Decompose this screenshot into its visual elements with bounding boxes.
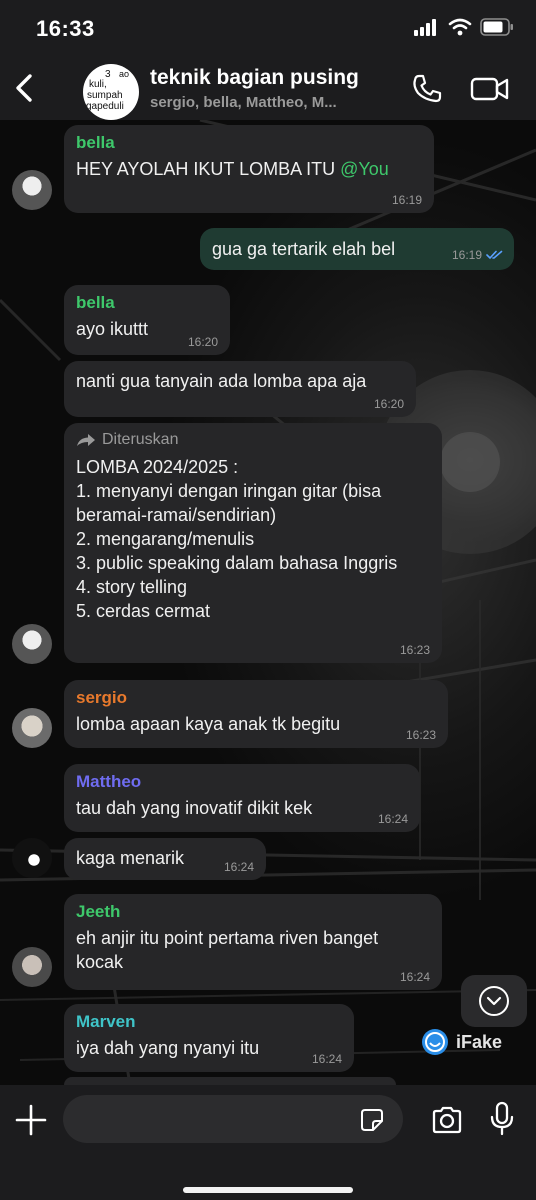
message-bubble-forwarded[interactable]: Diteruskan LOMBA 2024/2025 : 1. menyanyi…	[64, 423, 442, 663]
message-bubble-outgoing[interactable]: gua ga tertarik elah bel 16:19	[200, 228, 514, 270]
message-bubble[interactable]: bella ayo ikuttt 16:20	[64, 285, 230, 355]
message-bubble[interactable]: Marven iya dah yang nyanyi itu 16:24	[64, 1004, 354, 1072]
group-avatar[interactable]: 3 ao kuli, sumpah gapeduli	[83, 64, 139, 120]
message-time: 16:24	[311, 1052, 342, 1066]
sender-name: bella	[76, 293, 115, 312]
sender-name: Marven	[76, 1012, 136, 1031]
read-receipt-icon	[486, 250, 503, 260]
scroll-to-bottom-button[interactable]	[461, 975, 527, 1027]
avatar-bella[interactable]	[12, 170, 52, 210]
message-time: 16:19	[391, 193, 422, 207]
message-text: LOMBA 2024/2025 : 1. menyanyi dengan iri…	[76, 457, 398, 621]
back-arrow-icon[interactable]	[10, 70, 40, 106]
message-time: 16:19	[451, 248, 482, 262]
sender-name: Mattheo	[76, 772, 142, 791]
message-time: 16:24	[399, 970, 430, 984]
message-bubble[interactable]: nanti gua tanyain ada lomba apa aja 16:2…	[64, 361, 416, 417]
status-bar: 16:33	[0, 0, 536, 58]
message-time: 16:20	[373, 397, 404, 411]
message-time: 16:24	[377, 812, 408, 826]
camera-icon[interactable]	[430, 1103, 464, 1137]
avatar-jeeth[interactable]	[12, 947, 52, 987]
chat-header: 3 ao kuli, sumpah gapeduli teknik bagian…	[0, 58, 536, 120]
sender-name: sergio	[76, 688, 128, 707]
chevron-down-icon	[479, 986, 509, 1016]
forward-arrow-icon	[77, 434, 95, 446]
message-body: HEY AYOLAH IKUT LOMBA ITU	[76, 159, 341, 179]
message-bubble[interactable]: sergio lomba apaan kaya anak tk begitu 1…	[64, 680, 448, 748]
video-call-icon[interactable]	[470, 74, 510, 104]
message-bubble[interactable]: bella HEY AYOLAH IKUT LOMBA ITU @You 16:…	[64, 125, 434, 213]
message-text: iya dah yang nyanyi itu	[76, 1038, 260, 1058]
avatar-text: kuli,	[89, 79, 107, 90]
avatar-text: gapeduli	[86, 101, 124, 112]
phone-icon[interactable]	[410, 72, 444, 106]
message-input[interactable]	[63, 1095, 403, 1143]
avatar-bella[interactable]	[12, 624, 52, 664]
status-icons	[414, 18, 514, 36]
message-bubble[interactable]: kaga menarik 16:24	[64, 838, 266, 880]
message-text: lomba apaan kaya anak tk begitu	[76, 714, 341, 734]
avatar-text: ao	[119, 69, 130, 79]
microphone-icon[interactable]	[488, 1101, 516, 1137]
composer-bar	[0, 1085, 536, 1200]
wifi-icon	[448, 18, 472, 36]
watermark: iFake	[420, 1027, 502, 1057]
message-text: HEY AYOLAH IKUT LOMBA ITU @You	[76, 157, 422, 181]
avatar-mattheo[interactable]	[12, 838, 52, 878]
forwarded-label: Diteruskan	[76, 431, 430, 449]
home-indicator[interactable]	[183, 1187, 353, 1193]
battery-icon	[480, 18, 513, 36]
signal-icon	[414, 19, 436, 36]
smiley-icon	[422, 1029, 448, 1055]
message-time: 16:23	[399, 643, 430, 657]
message-bubble[interactable]: Mattheo tau dah yang inovatif dikit kek …	[64, 764, 420, 832]
message-time: 16:20	[187, 335, 218, 349]
message-time: 16:24	[223, 860, 254, 874]
watermark-text: iFake	[456, 1031, 503, 1052]
message-text: eh anjir itu point pertama riven banget …	[76, 928, 384, 972]
message-text: nanti gua tanyain ada lomba apa aja	[76, 371, 367, 391]
sender-name: bella	[76, 133, 115, 152]
message-time: 16:23	[405, 728, 436, 742]
status-time: 16:33	[36, 16, 95, 41]
group-members[interactable]: sergio, bella, Mattheo, M...	[150, 94, 337, 111]
sticker-icon[interactable]	[360, 1108, 384, 1132]
mention-link[interactable]: @You	[340, 159, 389, 179]
plus-icon[interactable]	[14, 1103, 48, 1137]
sender-name: Jeeth	[76, 902, 121, 921]
message-bubble[interactable]: Jeeth eh anjir itu point pertama riven b…	[64, 894, 442, 990]
avatar-sergio[interactable]	[12, 708, 52, 748]
forwarded-text: Diteruskan	[102, 431, 179, 448]
message-bubble-partial	[64, 1077, 396, 1085]
group-title[interactable]: teknik bagian pusing	[150, 66, 359, 90]
message-text: tau dah yang inovatif dikit kek	[76, 798, 313, 818]
avatar-text: sumpah	[87, 90, 123, 101]
